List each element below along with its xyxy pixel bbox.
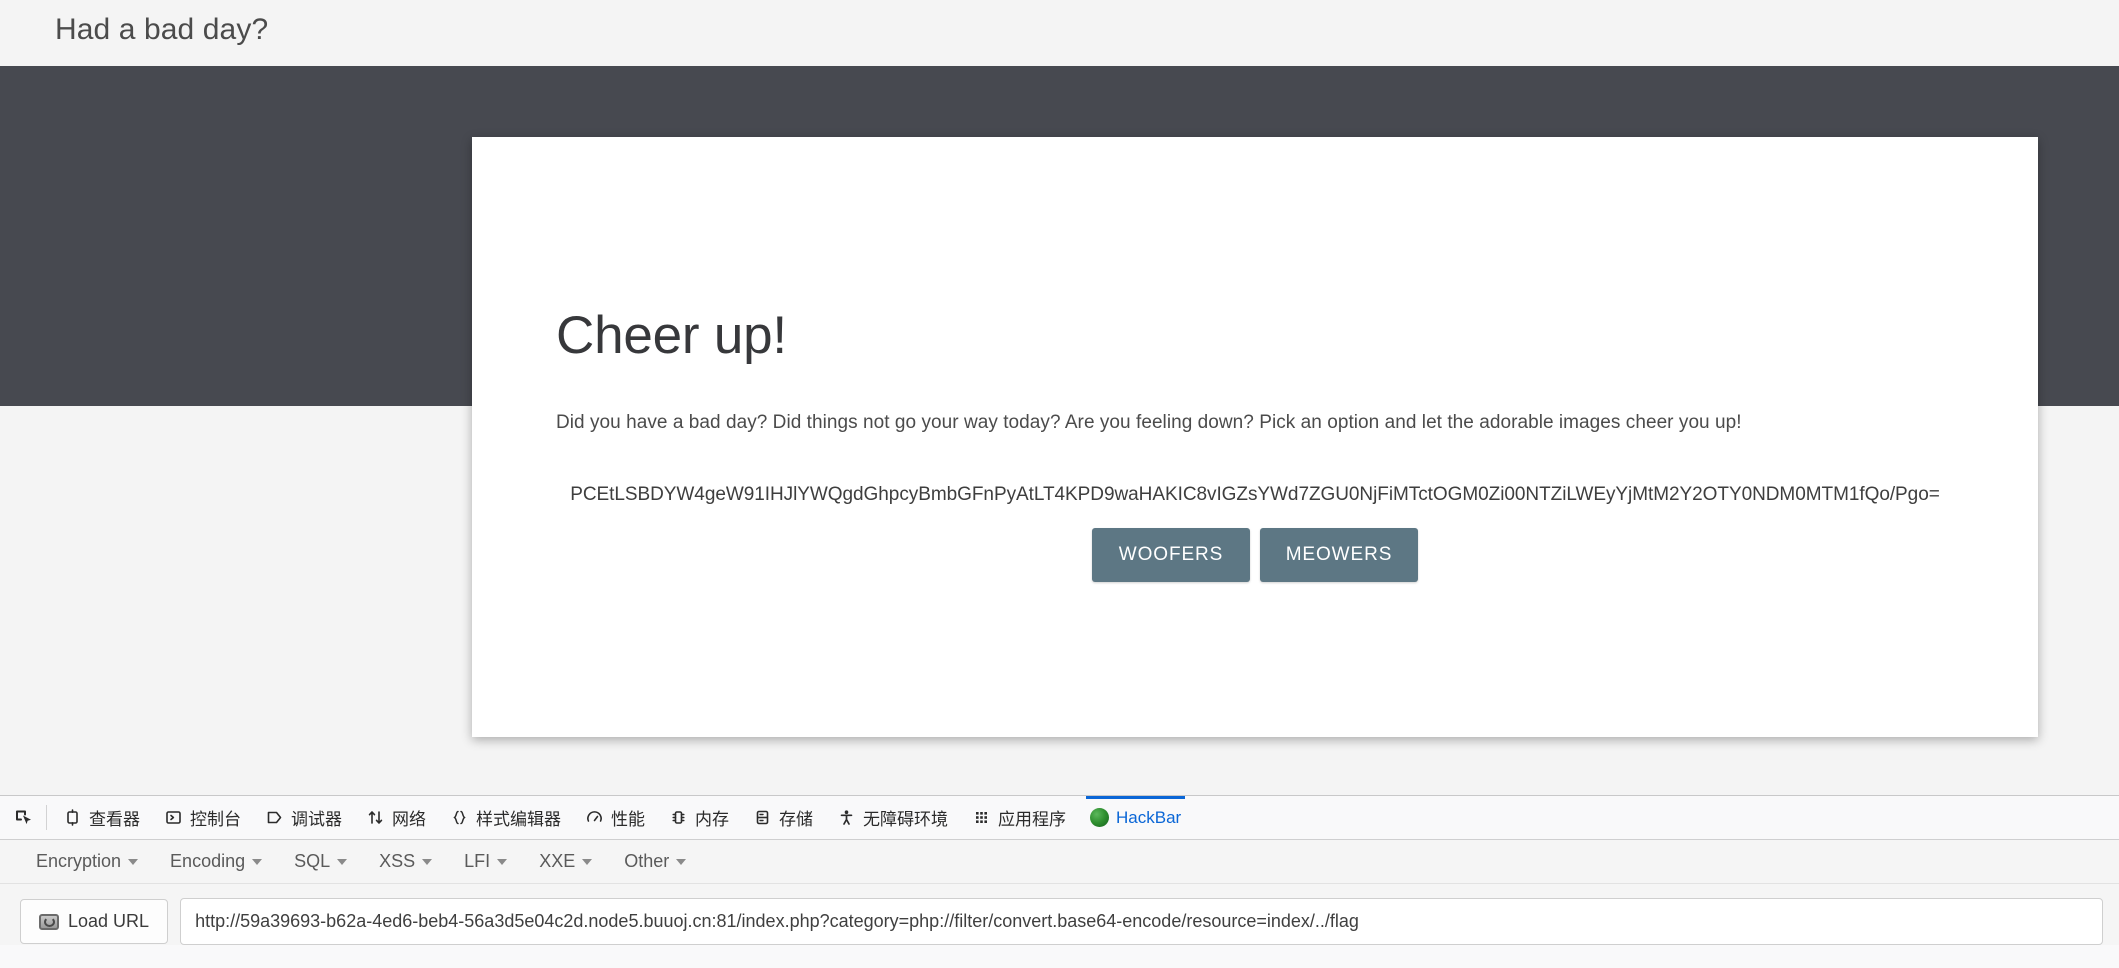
- devtools-panel: 查看器 控制台 调试器 网络 样式编辑器 性能 内存 存储 无障碍环境 应用程序…: [0, 795, 2119, 968]
- chevron-down-icon: [676, 858, 687, 865]
- chevron-down-icon: [252, 858, 263, 865]
- tab-label: 控制台: [190, 810, 241, 829]
- performance-icon: [585, 808, 604, 827]
- tab-network[interactable]: 网络: [354, 796, 438, 839]
- tab-label: 应用程序: [998, 810, 1066, 829]
- chevron-down-icon: [582, 858, 593, 865]
- tab-memory[interactable]: 内存: [657, 796, 741, 839]
- menu-encoding[interactable]: Encoding: [154, 847, 278, 876]
- menu-label: LFI: [464, 851, 491, 871]
- menu-label: Encryption: [36, 851, 122, 871]
- tab-style-editor[interactable]: 样式编辑器: [438, 796, 573, 839]
- menu-other[interactable]: Other: [608, 847, 702, 876]
- chevron-down-icon: [422, 858, 433, 865]
- tab-label: 存储: [779, 810, 813, 829]
- menu-label: SQL: [294, 851, 331, 871]
- tab-label: 无障碍环境: [863, 810, 948, 829]
- web-page-content: Had a bad day? Cheer up! Did you have a …: [0, 0, 2119, 795]
- chevron-down-icon: [497, 858, 508, 865]
- tab-console[interactable]: 控制台: [152, 796, 253, 839]
- chevron-down-icon: [128, 858, 139, 865]
- debugger-icon: [265, 808, 284, 827]
- memory-icon: [669, 808, 688, 827]
- tab-label: 性能: [611, 810, 645, 829]
- hackbar-icon: [1090, 808, 1109, 827]
- url-input[interactable]: [180, 898, 2103, 945]
- tab-application[interactable]: 应用程序: [960, 796, 1078, 839]
- woofers-button[interactable]: WOOFERS: [1092, 528, 1250, 582]
- tab-label: 内存: [695, 810, 729, 829]
- tab-performance[interactable]: 性能: [573, 796, 657, 839]
- menu-sql[interactable]: SQL: [278, 847, 363, 876]
- hackbar-url-row: Load URL: [0, 884, 2119, 945]
- application-icon: [972, 808, 991, 827]
- menu-lfi[interactable]: LFI: [448, 847, 523, 876]
- tab-label: HackBar: [1116, 807, 1182, 827]
- tab-label: 样式编辑器: [476, 810, 561, 829]
- load-url-icon: [39, 913, 59, 930]
- menu-label: Other: [624, 851, 670, 871]
- card-heading: Cheer up!: [556, 306, 787, 365]
- console-icon: [164, 808, 183, 827]
- meowers-button[interactable]: MEOWERS: [1260, 528, 1418, 582]
- option-button-row: WOOFERS MEOWERS: [472, 506, 2038, 582]
- tab-hackbar[interactable]: HackBar: [1078, 796, 1193, 839]
- menu-label: XXE: [539, 851, 576, 871]
- style-editor-icon: [450, 808, 469, 827]
- tab-storage[interactable]: 存储: [741, 796, 825, 839]
- toolbar-divider: [46, 805, 47, 830]
- menu-xss[interactable]: XSS: [363, 847, 448, 876]
- chevron-down-icon: [337, 858, 348, 865]
- page-title: Had a bad day?: [55, 13, 269, 46]
- cheer-up-card: Cheer up! Did you have a bad day? Did th…: [472, 137, 2038, 737]
- inspector-icon: [63, 808, 82, 827]
- hackbar-panel: Encryption Encoding SQL XSS LFI XXE Othe…: [0, 840, 2119, 945]
- devtools-tab-bar: 查看器 控制台 调试器 网络 样式编辑器 性能 内存 存储 无障碍环境 应用程序…: [0, 796, 2119, 840]
- tab-label: 调试器: [291, 810, 342, 829]
- base64-flag-output: PCEtLSBDYW4geW91IHJlYWQgdGhpcyBmbGFnPyAt…: [570, 484, 1940, 505]
- menu-label: Encoding: [170, 851, 246, 871]
- element-picker-icon[interactable]: [4, 796, 44, 839]
- load-url-label: Load URL: [68, 911, 150, 931]
- network-icon: [366, 808, 385, 827]
- tab-label: 查看器: [89, 810, 140, 829]
- tab-debugger[interactable]: 调试器: [253, 796, 354, 839]
- card-description: Did you have a bad day? Did things not g…: [556, 412, 1742, 433]
- accessibility-icon: [837, 808, 856, 827]
- storage-icon: [753, 808, 772, 827]
- load-url-button[interactable]: Load URL: [20, 899, 169, 944]
- menu-xxe[interactable]: XXE: [523, 847, 608, 876]
- menu-encryption[interactable]: Encryption: [20, 847, 154, 876]
- tab-inspector[interactable]: 查看器: [51, 796, 152, 839]
- tab-accessibility[interactable]: 无障碍环境: [825, 796, 960, 839]
- hackbar-menu-bar: Encryption Encoding SQL XSS LFI XXE Othe…: [0, 840, 2119, 884]
- menu-label: XSS: [379, 851, 416, 871]
- tab-label: 网络: [392, 810, 426, 829]
